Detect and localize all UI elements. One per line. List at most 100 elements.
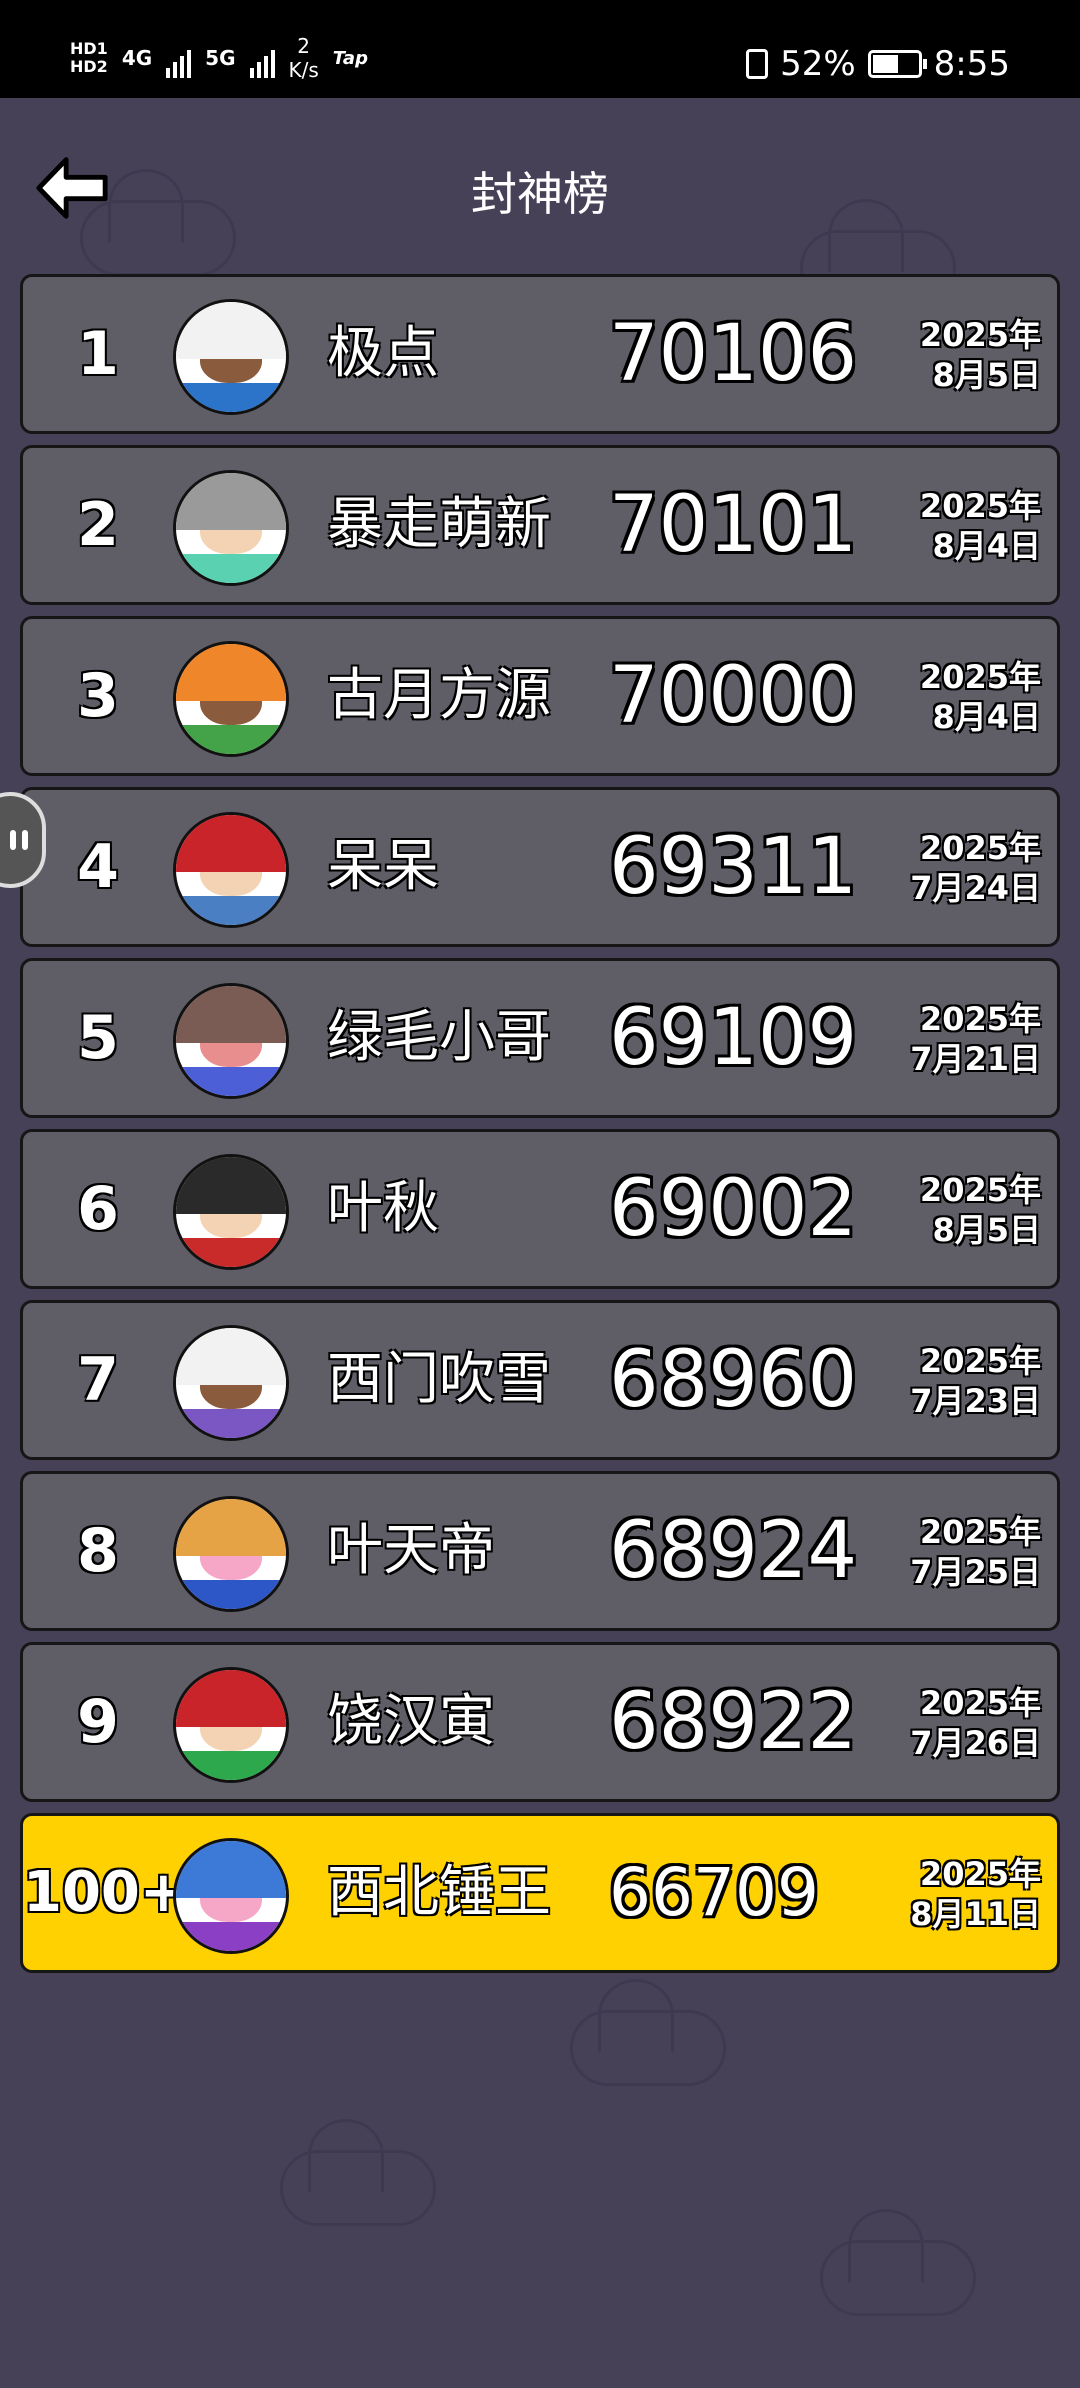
avatar: [173, 812, 289, 928]
rank-number: 8: [77, 1516, 119, 1586]
record-day: 7月25日: [910, 1553, 1041, 1591]
record-day: 8月5日: [932, 1211, 1041, 1249]
hd2-label: HD2: [70, 57, 108, 76]
player-score: 68960: [609, 1335, 858, 1425]
leaderboard-list: 1 极点 70106 2025年 8月5日 2 暴走萌新 70101 2025年 8月4日 3 古月方…: [20, 274, 1060, 1984]
signal-icon: [166, 38, 192, 78]
leaderboard-row[interactable]: 7 西门吹雪 68960 2025年 7月23日: [20, 1300, 1060, 1460]
player-name: 暴走萌新: [327, 492, 551, 557]
record-year: 2025年: [919, 316, 1041, 354]
hd1-label: HD1: [70, 39, 108, 58]
avatar: [173, 1154, 289, 1270]
avatar: [173, 1325, 289, 1441]
signal-icon: [249, 38, 275, 78]
record-date: 2025年 8月5日: [920, 1170, 1041, 1250]
net-speed-value: 2: [297, 34, 310, 58]
record-date: 2025年 8月4日: [920, 486, 1041, 566]
leaderboard-row[interactable]: 6 叶秋 69002 2025年 8月5日: [20, 1129, 1060, 1289]
net-speed-unit: K/s: [288, 58, 319, 82]
avatar: [173, 470, 289, 586]
record-year: 2025年: [919, 1000, 1041, 1038]
status-bar: HD1 HD2 4G 5G 2 K/s Tap 52% 8:55: [0, 0, 1080, 98]
record-date: 2025年 7月26日: [910, 1683, 1041, 1763]
player-name: 呆呆: [327, 834, 439, 899]
player-name: 西门吹雪: [327, 1347, 551, 1412]
record-day: 7月24日: [910, 869, 1041, 907]
record-date: 2025年 8月4日: [920, 657, 1041, 737]
cloud-decoration: [820, 2209, 976, 2316]
record-date: 2025年 7月23日: [910, 1341, 1041, 1421]
record-year: 2025年: [919, 1342, 1041, 1380]
record-day: 7月26日: [910, 1724, 1041, 1762]
leaderboard-row[interactable]: 4 呆呆 69311 2025年 7月24日: [20, 787, 1060, 947]
player-name: 叶天帝: [327, 1518, 495, 1583]
leaderboard-row[interactable]: 3 古月方源 70000 2025年 8月4日: [20, 616, 1060, 776]
rank-number: 4: [77, 832, 119, 902]
record-day: 7月23日: [910, 1382, 1041, 1420]
player-name: 极点: [327, 321, 439, 386]
leaderboard-row[interactable]: 9 饶汉寅 68922 2025年 7月26日: [20, 1642, 1060, 1802]
avatar: [173, 1667, 289, 1783]
avatar: [173, 299, 289, 415]
leaderboard-row[interactable]: 5 绿毛小哥 69109 2025年 7月21日: [20, 958, 1060, 1118]
record-day: 8月4日: [932, 698, 1041, 736]
player-name: 饶汉寅: [327, 1689, 495, 1754]
taptap-icon: Tap: [332, 47, 368, 69]
vibrate-icon: [746, 49, 769, 79]
rank-number: 100+: [23, 1860, 187, 1925]
avatar: [173, 641, 289, 757]
record-date: 2025年 8月11日: [910, 1854, 1041, 1934]
leaderboard-row[interactable]: 1 极点 70106 2025年 8月5日: [20, 274, 1060, 434]
sim2-network: 5G: [205, 46, 236, 70]
record-year: 2025年: [919, 1171, 1041, 1209]
player-score: 70101: [609, 480, 858, 570]
player-name: 古月方源: [327, 663, 551, 728]
cloud-decoration: [570, 1979, 726, 2086]
rank-number: 9: [77, 1687, 119, 1757]
page-title: 封神榜: [471, 167, 609, 221]
player-score: 68924: [609, 1506, 858, 1596]
player-score: 70106: [609, 309, 858, 399]
player-name: 绿毛小哥: [327, 1005, 551, 1070]
rank-number: 1: [77, 319, 119, 389]
player-score: 66709: [609, 1854, 819, 1931]
battery-icon: [867, 50, 927, 78]
record-year: 2025年: [919, 829, 1041, 867]
player-score: 69311: [609, 822, 858, 912]
rank-number: 7: [77, 1345, 119, 1415]
avatar: [173, 1838, 289, 1954]
net-speed: 2 K/s: [289, 34, 319, 82]
player-name: 叶秋: [327, 1176, 439, 1241]
sim1-network: 4G: [121, 46, 153, 70]
record-date: 2025年 7月21日: [910, 999, 1041, 1079]
record-year: 2025年: [919, 487, 1041, 525]
rank-number: 6: [77, 1174, 119, 1244]
clock: 8:55: [933, 44, 1010, 84]
cloud-decoration: [280, 2119, 436, 2226]
leaderboard-row[interactable]: 8 叶天帝 68924 2025年 7月25日: [20, 1471, 1060, 1631]
player-score: 68922: [609, 1677, 858, 1767]
record-date: 2025年 7月25日: [910, 1512, 1041, 1592]
player-score: 69002: [609, 1164, 858, 1254]
rank-number: 5: [77, 1003, 119, 1073]
my-rank-row[interactable]: 100+ 西北锤王 66709 2025年 8月11日: [20, 1813, 1060, 1973]
record-date: 2025年 7月24日: [910, 828, 1041, 908]
record-day: 8月11日: [910, 1895, 1041, 1933]
rank-number: 2: [77, 490, 119, 560]
avatar: [173, 983, 289, 1099]
record-day: 8月4日: [932, 527, 1041, 565]
record-day: 7月21日: [910, 1040, 1041, 1078]
record-year: 2025年: [919, 1855, 1041, 1893]
player-score: 70000: [609, 651, 858, 741]
battery-percent: 52%: [780, 44, 856, 84]
record-year: 2025年: [919, 658, 1041, 696]
player-score: 69109: [609, 993, 858, 1083]
record-year: 2025年: [919, 1684, 1041, 1722]
record-date: 2025年 8月5日: [920, 315, 1041, 395]
hd-indicator: HD1 HD2: [70, 40, 108, 76]
record-year: 2025年: [919, 1513, 1041, 1551]
player-name: 西北锤王: [327, 1860, 551, 1925]
leaderboard-row[interactable]: 2 暴走萌新 70101 2025年 8月4日: [20, 445, 1060, 605]
record-day: 8月5日: [932, 356, 1041, 394]
avatar: [173, 1496, 289, 1612]
